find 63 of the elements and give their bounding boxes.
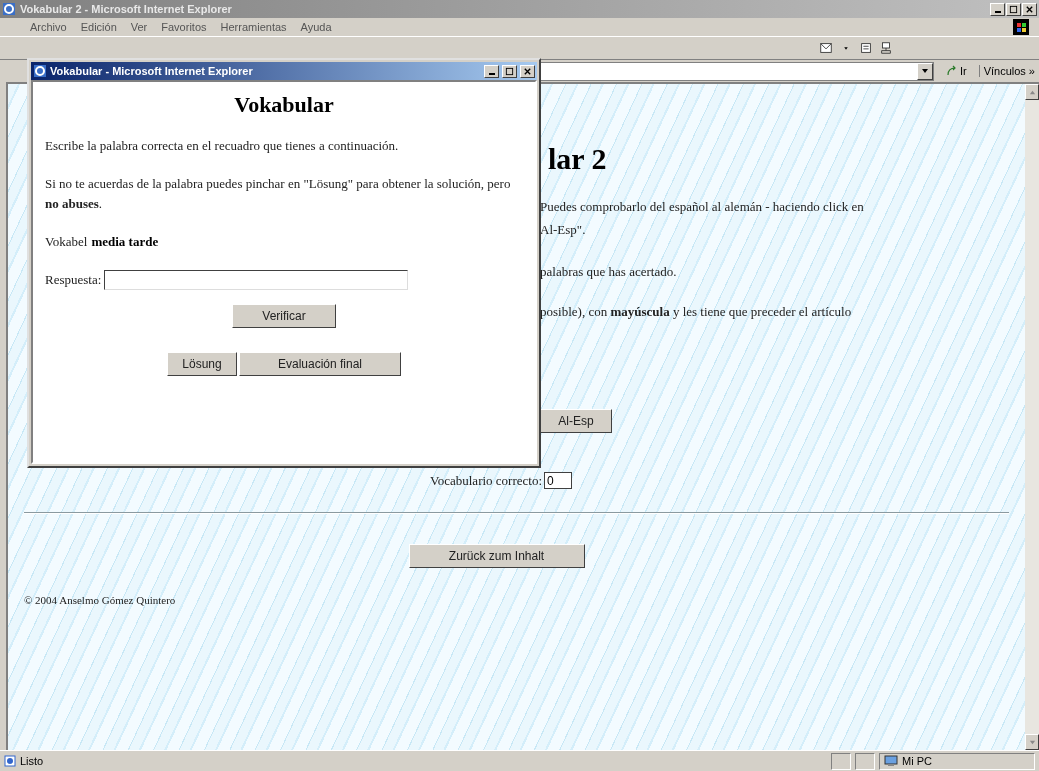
browser-icon [33, 64, 47, 78]
close-button[interactable] [520, 64, 535, 78]
close-button[interactable] [1022, 2, 1037, 16]
popup-heading: Vokabular [233, 92, 335, 118]
direction-button[interactable]: Al-Esp [540, 409, 612, 433]
menu-item[interactable]: Favoritos [161, 21, 207, 33]
paragraph-text: palabras que has acertado. [540, 264, 677, 280]
score-field[interactable]: 0 [544, 472, 573, 489]
mail-icon[interactable] [819, 41, 833, 55]
address-field[interactable] [540, 61, 934, 81]
menu-item[interactable]: Ayuda [300, 21, 332, 33]
page-icon [4, 755, 16, 767]
go-arrow-icon [945, 65, 958, 77]
copyright-text: © 2004 Anselmo Gómez Quintero [24, 594, 177, 606]
score-label: Vocabulario correcto: [430, 472, 543, 489]
menu-item[interactable]: Herramientas [220, 21, 287, 33]
down-arrow-icon [1028, 738, 1036, 746]
maximize-icon [505, 66, 514, 76]
dropdown-button[interactable] [916, 62, 933, 80]
caret-icon [920, 67, 929, 75]
page-heading: lar 2 [548, 142, 607, 176]
window-title: Vokabular 2 - Microsoft Internet Explorer [20, 3, 232, 15]
browser-icon [2, 2, 16, 16]
word-label: Vokabel [45, 234, 88, 249]
close-icon [1025, 4, 1034, 14]
paragraph-text: posible), con mayúscula y les tiene que preceder el artículo [540, 304, 852, 320]
go-button[interactable]: Ir [941, 65, 971, 77]
zone-text: Mi PC [902, 755, 932, 767]
popup-button[interactable]: Lösung [167, 352, 237, 376]
answer-label: Respuesta: [45, 271, 102, 289]
status-text: Listo [20, 755, 44, 767]
close-icon [523, 66, 532, 76]
paragraph-text: Al-Esp". [540, 222, 586, 238]
window-title: Vokabular - Microsoft Internet Explorer [50, 65, 253, 77]
minimize-icon [994, 10, 1001, 13]
instruction-text: Escribe la palabra correcta en el recuadro que tienes a continuación. [45, 137, 400, 155]
menu-item[interactable]: Ver [130, 21, 148, 33]
network-icon[interactable] [879, 41, 893, 55]
minimize-button[interactable] [990, 2, 1005, 16]
status-panel [855, 752, 875, 770]
windows-logo-icon [1013, 19, 1029, 35]
status-panel [831, 752, 851, 770]
scroll-down-button[interactable] [1025, 734, 1039, 750]
popup-button[interactable]: Evaluación final [239, 352, 401, 376]
verify-button[interactable]: Verificar [232, 304, 336, 328]
scroll-up-button[interactable] [1025, 84, 1039, 100]
minimize-button[interactable] [484, 64, 499, 78]
computer-icon [884, 755, 898, 767]
instruction-text: Si no te acuerdas de la palabra puedes pinchar en "Lösung" para obtener la solución, pero no abuses. [45, 175, 512, 213]
paragraph-text: Puedes comprobarlo del español al alemán - haciendo click en [540, 199, 864, 215]
maximize-icon [1009, 4, 1018, 14]
maximize-button[interactable] [1006, 2, 1021, 16]
menu-item[interactable]: Edición [80, 21, 117, 33]
vocabulary-word: media tarde [91, 234, 159, 249]
minimize-icon [488, 72, 495, 75]
print-icon[interactable] [859, 41, 873, 55]
scrollbar[interactable] [1025, 84, 1039, 750]
menu-item[interactable]: Archivo [30, 21, 67, 33]
links-button[interactable]: Vínculos » [978, 65, 1035, 77]
answer-field[interactable] [104, 270, 409, 290]
back-button[interactable]: Zurück zum Inhalt [408, 544, 585, 568]
maximize-button[interactable] [502, 64, 517, 78]
up-arrow-icon [1028, 88, 1036, 96]
